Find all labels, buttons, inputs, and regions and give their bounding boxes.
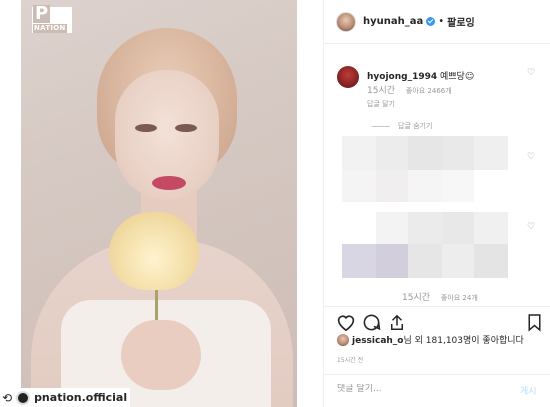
logo-word: NATION — [33, 24, 67, 33]
blur-tile — [442, 212, 474, 244]
liker-avatar[interactable] — [337, 333, 349, 346]
blur-tile — [474, 244, 508, 278]
blur-tile — [376, 170, 408, 202]
blur-tile — [408, 136, 442, 170]
pnation-logo: P NATION — [32, 3, 72, 33]
comment-meta: 15시간 좋아요 2466개 — [367, 83, 452, 96]
logo-letter: P — [33, 3, 51, 24]
blur-tile — [376, 244, 408, 278]
hide-replies-button[interactable]: 답글 숨기기 — [372, 121, 432, 131]
blur-tile — [408, 212, 442, 244]
post-photo[interactable] — [21, 0, 297, 407]
blur-tile — [442, 170, 474, 202]
commenter-avatar[interactable] — [337, 66, 359, 88]
likes-summary: jessicah_o님 외 181,103명이 좋아합니다 — [337, 333, 524, 346]
post-comment-button[interactable]: 게시 — [520, 384, 537, 397]
comment-input[interactable] — [337, 384, 507, 394]
heart-icon[interactable] — [336, 313, 356, 331]
blur-tile — [408, 170, 442, 202]
divider-line — [372, 125, 390, 127]
comment-body: 예쁘당☺ — [440, 72, 475, 82]
reply-meta: 15시간 좋아요 24개 — [402, 290, 478, 303]
comment-likes[interactable]: 좋아요 2466개 — [406, 87, 452, 95]
photo-eye-left — [135, 124, 157, 132]
blur-tile — [342, 244, 376, 278]
blur-tile — [342, 136, 376, 170]
photo-lips — [152, 176, 186, 190]
credit-username[interactable]: pnation.official — [34, 391, 127, 404]
comment-box: 게시 — [324, 374, 550, 407]
likes-text: jessicah_o님 외 181,103명이 좋아합니다 — [352, 333, 524, 346]
share-icon[interactable] — [388, 313, 406, 332]
likes-count-text[interactable]: 님 외 181,103명이 좋아합니다 — [404, 336, 524, 346]
blur-tile — [474, 212, 508, 244]
heart-icon[interactable]: ♡ — [527, 222, 535, 232]
repost-credit[interactable]: ⟲ pnation.official — [0, 388, 130, 407]
hide-replies-label: 답글 숨기기 — [398, 122, 433, 130]
heart-icon[interactable]: ♡ — [527, 68, 535, 78]
author-avatar[interactable] — [337, 12, 355, 31]
repost-icon: ⟲ — [2, 390, 13, 405]
reply-likes[interactable]: 좋아요 24개 — [441, 294, 478, 302]
following-button[interactable]: 팔로잉 — [447, 14, 475, 29]
blur-tile — [342, 170, 376, 202]
comment-time: 15시간 — [367, 86, 396, 96]
blur-tile — [442, 244, 474, 278]
bookmark-icon[interactable] — [527, 313, 542, 332]
verified-badge-icon — [426, 17, 436, 26]
blur-tile — [376, 136, 408, 170]
post-header: hyunah_aa • 팔로잉 — [324, 0, 550, 44]
reply-time: 15시간 — [402, 293, 431, 303]
commenter-username[interactable]: hyojong_1994 — [367, 72, 437, 82]
liker-username[interactable]: jessicah_o — [352, 336, 404, 346]
blur-tile — [474, 136, 508, 170]
heart-icon[interactable]: ♡ — [527, 152, 535, 162]
photo-eye-right — [175, 124, 197, 132]
photo-flower — [109, 212, 199, 290]
blur-tile — [408, 244, 442, 278]
photo-hand — [121, 320, 201, 390]
blur-tile — [376, 212, 408, 244]
comment-icon[interactable] — [362, 313, 381, 332]
blur-tile — [442, 136, 474, 170]
author-username[interactable]: hyunah_aa — [363, 16, 423, 27]
comment-text: hyojong_1994 예쁘당☺ — [367, 69, 474, 82]
post-sidebar: hyunah_aa • 팔로잉 hyojong_1994 예쁘당☺ 15시간 좋… — [323, 0, 550, 407]
post-timestamp: 15시간 전 — [337, 357, 364, 364]
action-bar — [324, 306, 550, 332]
credit-avatar[interactable] — [16, 390, 31, 405]
separator-dot: • — [438, 16, 445, 27]
reply-button[interactable]: 답글 달기 — [367, 99, 395, 109]
